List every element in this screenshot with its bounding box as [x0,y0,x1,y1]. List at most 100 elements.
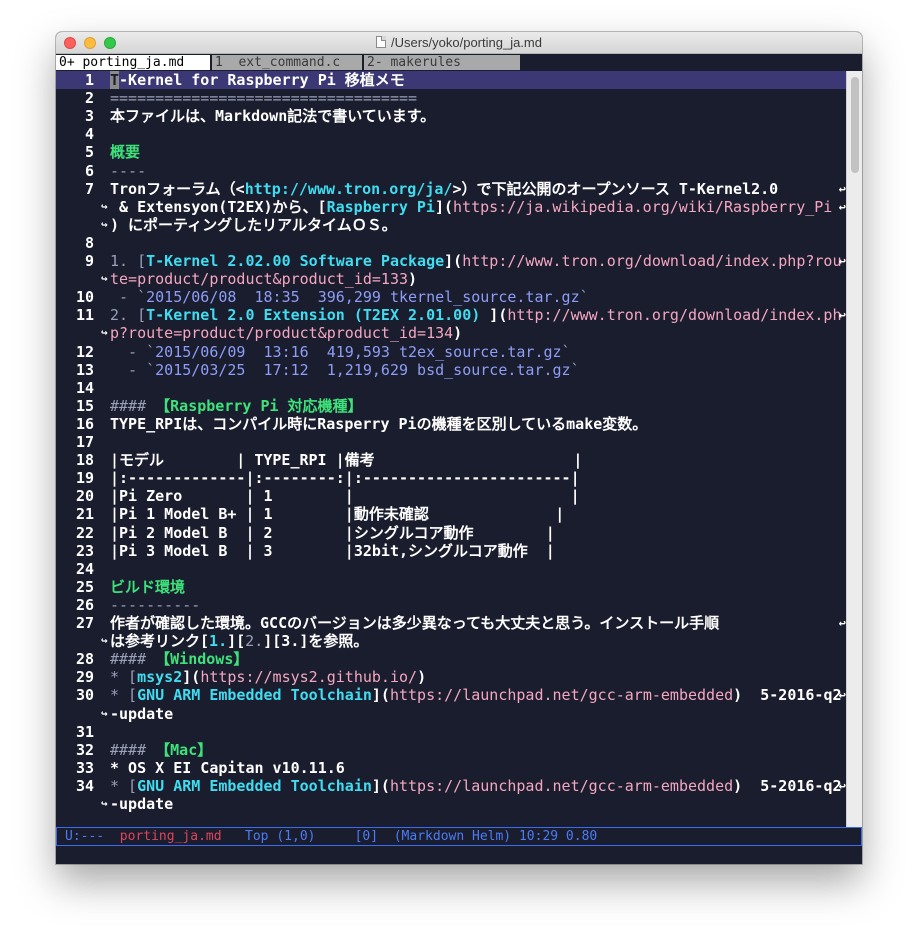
line-text: 1. [T-Kernel 2.02.00 Software Package](h… [110,252,846,270]
text-segment: ` [570,360,580,379]
editor-line[interactable]: 16 TYPE_RPIは、コンパイル時にRasperry Piの機種を区別している… [56,415,846,433]
editor-line[interactable]: ↪) にポーティングしたリアルタイムＯＳ。 [56,216,846,234]
title-bar[interactable]: /Users/yoko/porting_ja.md [56,32,862,54]
text-segment: ]( [489,306,508,325]
modeline-info: Top (1,0) [0] (Markdown Helm) 10:29 0.80 [221,829,598,844]
text-segment: #### [110,396,156,415]
editor-line[interactable]: 10 - `2015/06/08 18:35 396,299 tkernel_s… [56,288,846,306]
text-segment: Tronフォーラム（< [110,179,245,198]
editor-text-area[interactable]: 1 T-Kernel for Raspberry Pi 移植メモ 2 ========… [56,71,846,827]
text-segment: ]( [444,252,463,270]
scrollbar-thumb[interactable] [851,77,859,173]
line-text: |:-------------|:--------:|:------------… [110,469,846,487]
editor-line[interactable]: 25 ビルド環境 [56,578,846,596]
editor-line[interactable]: ↪ -update [56,705,846,723]
editor-line[interactable]: 29 * [msys2](https://msys2.github.io/) [56,668,846,686]
text-segment: 【Mac】 [155,740,213,759]
text-segment: -update [110,704,174,723]
line-number: 28 [75,650,94,669]
text-segment: ) 5-2016-q2 [733,686,842,705]
text-segment: |Pi 3 Model B | 3 |32bit,シングルコア動作 | [110,541,555,560]
editor-line[interactable]: 27 作者が確認した環境。GCCのバージョンは多少異なっても大丈夫と思う。インスト… [56,614,846,632]
editor-line[interactable]: 28 #### 【Windows】 [56,650,846,668]
text-segment: ]( [371,686,390,705]
wrap-continuation-right-icon: ↩ [838,616,846,630]
editor-line[interactable]: 32 #### 【Mac】 [56,741,846,759]
tab-ext-command-c[interactable]: 1 ext_command.c [212,55,362,70]
wrap-continuation-right-icon: ↩ [838,688,846,703]
editor-line[interactable]: 33 * OS X EI Capitan v10.11.6 [56,759,846,777]
line-number: 1 [84,71,94,89]
line-text: |Pi 1 Model B+ | 1 |動作未確認 | [110,505,846,523]
text-segment: GNU ARM Embedded Toolchain [137,776,372,795]
editor-line[interactable]: 13 - `2015/03/25 17:12 1,219,629 bsd_sou… [56,361,846,379]
text-segment: http://www.tron.org/download/index.ph [507,306,842,325]
editor-line[interactable]: 20 |Pi Zero | 1 | | [56,487,846,505]
line-number: 33 [75,758,94,777]
text-segment: te=product/product&product_id=133 [110,270,409,289]
line-number: 29 [75,668,94,687]
wrap-continuation-left-icon: ↪ [101,797,108,810]
text-segment: https://ja.wikipedia.org/wiki/Raspberry_… [453,197,833,216]
editor-line[interactable]: 30 * [GNU ARM Embedded Toolchain](https:/… [56,686,846,704]
text-segment: 作者が確認した環境。GCCのバージョンは多少異なっても大丈夫と思う。インストール… [110,614,720,632]
text-segment: 本ファイルは、Markdown記法で書いています。 [110,107,436,126]
editor-line[interactable]: 1 T-Kernel for Raspberry Pi 移植メモ [56,71,846,89]
line-number: 14 [75,378,94,397]
editor-line[interactable]: 7 Tronフォーラム（<http://www.tron.org/ja/>）で下記… [56,180,846,198]
wrap-continuation-right-icon: ↩ [838,308,846,323]
line-text: p?route=product/product&product_id=134) [110,324,846,342]
tab-makerules[interactable]: 2- makerules [364,55,520,70]
minibuffer[interactable] [56,846,862,864]
editor-line[interactable]: 19 |:-------------|:--------:|:----------… [56,469,846,487]
line-text: ) にポーティングしたリアルタイムＯＳ。 [110,216,846,234]
editor-line[interactable]: 2 ================================== [56,89,846,107]
editor-line[interactable]: 12 - `2015/06/09 13:16 419,593 t2ex_sour… [56,343,846,361]
editor-line[interactable]: 8 [56,234,846,252]
editor-line[interactable]: 26 ---------- [56,596,846,614]
tab-bar: 0+ porting_ja.md 1 ext_command.c 2- make… [56,54,862,71]
text-segment: 2015/03/25 17:12 1,219,629 bsd_source.ta… [155,360,571,379]
editor-line[interactable]: ↪ te=product/product&product_id=133) [56,270,846,288]
editor-line[interactable]: ↪ -update [56,795,846,813]
editor-line[interactable]: 9 1. [T-Kernel 2.02.00 Software Package](… [56,252,846,270]
editor-line[interactable]: 6 ---- [56,162,846,180]
modeline-buffer-name: porting_ja.md [119,829,222,844]
editor-line[interactable]: 14 [56,379,846,397]
editor-line[interactable]: ↪ は参考リンク[1.][2.][3.]を参照。 [56,632,846,650]
line-text: - `2015/06/08 18:35 396,299 tkernel_sour… [110,288,846,306]
window-title-wrap: /Users/yoko/porting_ja.md [56,32,862,54]
editor-line[interactable]: 5 概要 [56,143,846,161]
editor-line[interactable]: 21 |Pi 1 Model B+ | 1 |動作未確認 | [56,505,846,523]
editor-line[interactable]: 23 |Pi 3 Model B | 3 |32bit,シングルコア動作 | [56,542,846,560]
editor-line[interactable]: 18 |モデル | TYPE_RPI |備考 | [56,451,846,469]
tab-porting-ja-md[interactable]: 0+ porting_ja.md [56,55,210,70]
line-number: 18 [75,451,94,470]
editor-line[interactable]: ↪ & Extensyon(T2EX)から、[Raspberry Pi](htt… [56,198,846,216]
editor-line[interactable]: 31 [56,723,846,741]
editor-line[interactable]: 15 #### 【Raspberry Pi 対応機種】 [56,397,846,415]
text-segment: * [ [110,668,138,687]
editor-line[interactable]: 24 [56,560,846,578]
text-segment: ================================== [110,89,418,108]
text-segment: ) [453,324,463,343]
editor-line[interactable]: ↪ p?route=product/product&product_id=134) [56,324,846,342]
line-number: 22 [75,523,94,542]
line-text: ビルド環境 [110,578,846,596]
editor-line[interactable]: 11 2. [T-Kernel 2.0 Extension (T2EX 2.01.… [56,306,846,324]
text-segment: ---- [110,161,147,180]
vertical-scrollbar[interactable] [846,71,862,827]
line-text: - `2015/03/25 17:12 1,219,629 bsd_source… [110,361,846,379]
editor-line[interactable]: 34 * [GNU ARM Embedded Toolchain](https:/… [56,777,846,795]
wrap-continuation-right-icon: ↩ [838,199,846,214]
line-number: 4 [84,125,94,144]
editor-line[interactable]: 3 本ファイルは、Markdown記法で書いています。 [56,107,846,125]
editor-line[interactable]: 17 [56,433,846,451]
line-text: * [GNU ARM Embedded Toolchain](https://l… [110,777,846,795]
editor-line[interactable]: 4 [56,125,846,143]
text-segment: ][ [227,632,246,651]
line-number: 19 [75,469,94,488]
text-segment: https://msys2.github.io/ [200,668,418,687]
editor-line[interactable]: 22 |Pi 2 Model B | 2 |シングルコア動作 | [56,524,846,542]
text-segment: - ` [110,342,156,361]
